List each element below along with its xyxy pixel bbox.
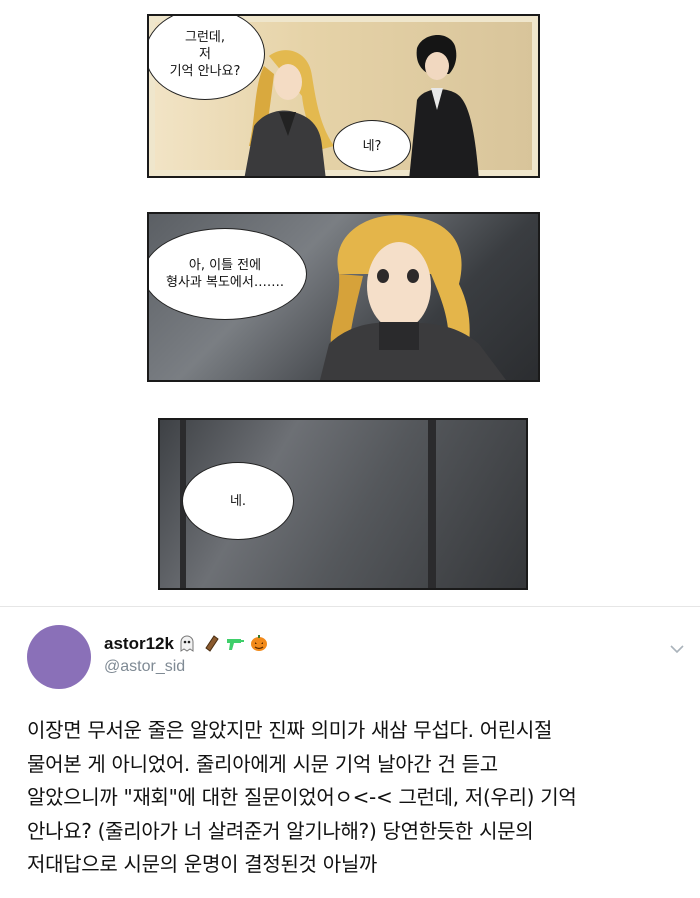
comic-panel-3: 네. bbox=[158, 418, 528, 590]
divider bbox=[0, 606, 700, 607]
woman-closeup-figure bbox=[320, 215, 506, 380]
display-name[interactable]: astor12k bbox=[104, 634, 174, 654]
comic-panel-2: 아, 이틀 전에 형사과 복도에서……. bbox=[147, 212, 540, 382]
chevron-down-icon[interactable] bbox=[668, 640, 686, 658]
coffin-icon bbox=[201, 633, 221, 653]
emoji-row bbox=[177, 633, 269, 653]
speech-bubble: 아, 이틀 전에 형사과 복도에서……. bbox=[149, 228, 307, 320]
speech-bubble: 네. bbox=[182, 462, 294, 540]
comic-panel-1: 그런데, 저 기억 안나요? 네? bbox=[147, 14, 540, 178]
speech-bubble-right: 네? bbox=[333, 120, 411, 172]
pillar-right bbox=[428, 420, 436, 588]
avatar[interactable] bbox=[27, 625, 91, 689]
tweet-text: 이장면 무서운 줄은 알았지만 진짜 의미가 새삼 무섭다. 어린시절 물어본 … bbox=[27, 718, 577, 876]
handle[interactable]: @astor_sid bbox=[104, 658, 185, 676]
ghost-icon bbox=[177, 633, 197, 653]
jack-o-lantern-icon bbox=[249, 633, 269, 653]
man-figure bbox=[409, 34, 479, 176]
water-gun-icon bbox=[225, 633, 245, 653]
